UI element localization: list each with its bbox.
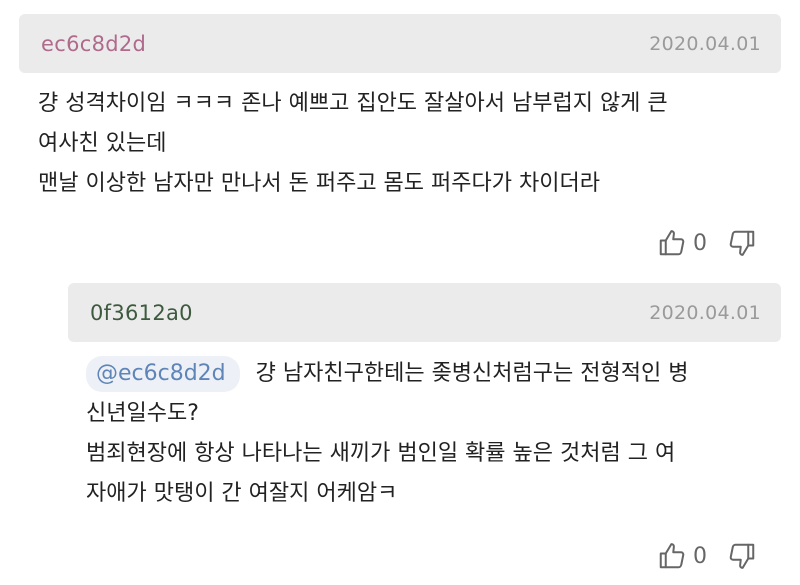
comment-author[interactable]: 0f3612a0 <box>90 301 193 325</box>
thumbs-down-icon <box>727 541 757 571</box>
thumbs-up-icon <box>657 228 687 258</box>
comment-line: 맨날 이상한 남자만 만나서 돈 퍼주고 몸도 퍼주다가 차이더라 <box>38 171 600 196</box>
comment-header: 0f3612a0 2020.04.01 <box>68 283 781 342</box>
thumbs-down-icon <box>727 228 757 258</box>
comment-date: 2020.04.01 <box>649 32 761 55</box>
comment-line-text: 걍 남자친구한테는 좆병신처럼구는 전형적인 병 <box>255 361 689 386</box>
comment-line: 자애가 맛탱이 간 여잘지 어케암ㅋ <box>86 481 398 506</box>
dislike-button[interactable] <box>727 228 757 258</box>
vote-bar: 0 <box>657 228 757 258</box>
dislike-button[interactable] <box>727 541 757 571</box>
comment-line: @ec6c8d2d 걍 남자친구한테는 좆병신처럼구는 전형적인 병 <box>86 354 786 394</box>
comment-author[interactable]: ec6c8d2d <box>41 32 146 56</box>
mention-tag[interactable]: @ec6c8d2d <box>86 356 240 392</box>
comment-line: 범죄현장에 항상 나타나는 새끼가 범인일 확률 높은 것처럼 그 여 <box>86 441 676 466</box>
like-count: 0 <box>693 543 707 569</box>
comment-body: 걍 성격차이임 ㅋㅋㅋ 존나 예쁘고 집안도 잘살아서 남부럽지 않게 큰 여사… <box>38 84 783 204</box>
comment-header: ec6c8d2d 2020.04.01 <box>19 14 781 73</box>
comment-line: 신년일수도? <box>86 401 199 426</box>
like-button[interactable]: 0 <box>657 228 727 258</box>
thumbs-up-icon <box>657 541 687 571</box>
comment-line: 여사친 있는데 <box>38 131 167 156</box>
like-button[interactable]: 0 <box>657 541 727 571</box>
comment-line: 걍 성격차이임 ㅋㅋㅋ 존나 예쁘고 집안도 잘살아서 남부럽지 않게 큰 <box>38 91 668 116</box>
comment-date: 2020.04.01 <box>649 301 761 324</box>
vote-bar: 0 <box>657 541 757 571</box>
comment-body: @ec6c8d2d 걍 남자친구한테는 좆병신처럼구는 전형적인 병 신년일수도?… <box>86 354 786 514</box>
like-count: 0 <box>693 230 707 256</box>
